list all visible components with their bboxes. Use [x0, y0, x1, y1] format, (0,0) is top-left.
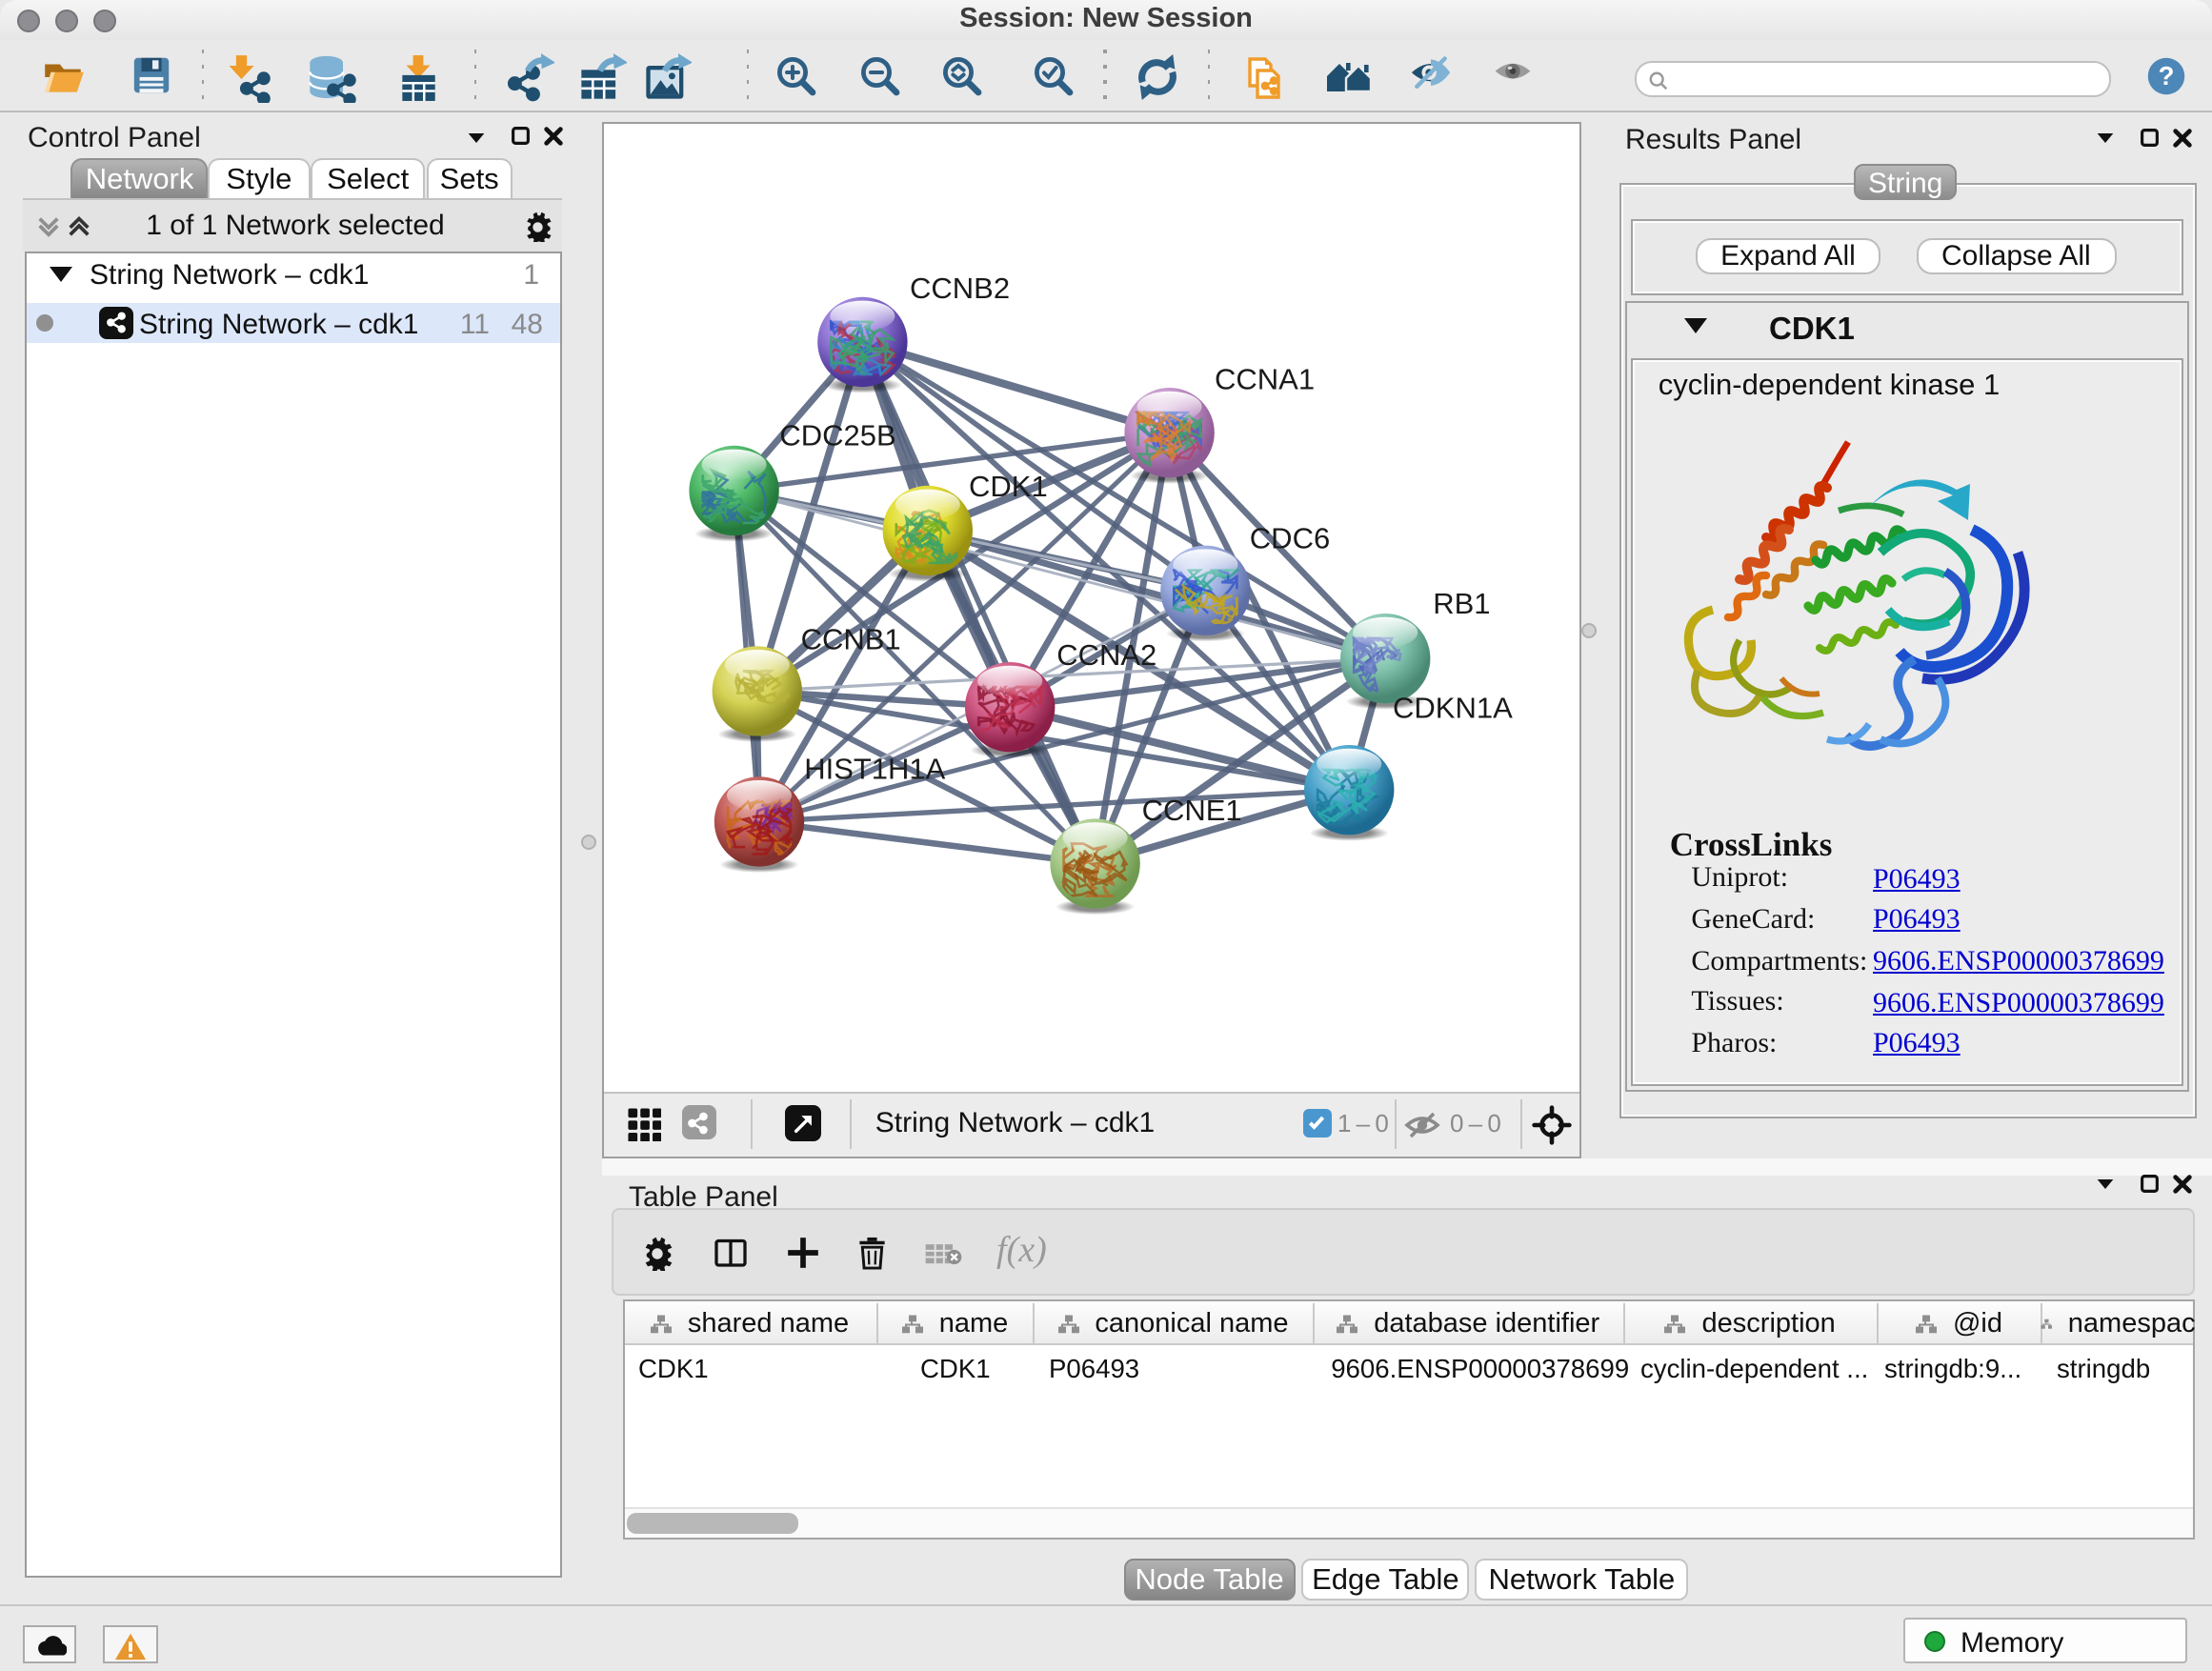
svg-text:CDC25B: CDC25B: [778, 417, 895, 451]
svg-text:CCNA2: CCNA2: [1056, 637, 1156, 671]
svg-text:?: ?: [2159, 61, 2175, 91]
svg-text:CCNE1: CCNE1: [1141, 793, 1241, 826]
svg-text:CDKN1A: CDKN1A: [1392, 691, 1512, 724]
svg-text:CCNA1: CCNA1: [1214, 361, 1314, 394]
svg-text:CDC6: CDC6: [1249, 520, 1329, 554]
svg-text:CDK1: CDK1: [968, 469, 1047, 502]
svg-text:RB1: RB1: [1432, 586, 1489, 619]
svg-text:CCNB2: CCNB2: [909, 271, 1009, 304]
svg-text:CCNB1: CCNB1: [800, 622, 900, 655]
svg-text:HIST1H1A: HIST1H1A: [803, 752, 944, 785]
